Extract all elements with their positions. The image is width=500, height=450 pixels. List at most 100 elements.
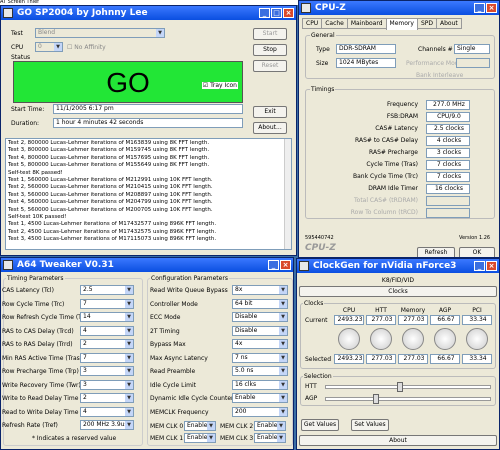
timing-param-value: 3 bbox=[83, 367, 87, 374]
cpuz-titlebar[interactable]: CPU-Z _ × bbox=[299, 1, 499, 15]
tab-spd[interactable]: SPD bbox=[416, 18, 437, 29]
version: Version 1.26 bbox=[459, 235, 491, 241]
timing-param-select[interactable]: 4 ▼ bbox=[80, 325, 134, 336]
chevron-down-icon: ▼ bbox=[125, 407, 133, 416]
memclk-select[interactable]: Enable ▼ bbox=[184, 433, 216, 443]
exit-button[interactable]: Exit bbox=[253, 106, 287, 118]
close-icon[interactable]: × bbox=[486, 261, 497, 271]
timing-param-select[interactable]: 3 ▼ bbox=[80, 379, 134, 390]
timing-param-label: RAS to RAS Delay (Trrd) bbox=[2, 341, 73, 348]
timing-param-select[interactable]: 7 ▼ bbox=[80, 298, 134, 309]
chevron-down-icon: ▼ bbox=[125, 326, 133, 335]
config-param-value: 64 bit bbox=[235, 299, 253, 307]
timing-param-select[interactable]: 2.5 ▼ bbox=[80, 285, 134, 295]
timing-param-value: 200 MHz 3.9us bbox=[83, 421, 128, 428]
config-param-select[interactable]: 7 ns ▼ bbox=[232, 352, 288, 363]
config-param-label: Controller Mode bbox=[150, 300, 198, 308]
clockgen-title: ClockGen for nVidia nForce3 bbox=[313, 261, 457, 271]
tab-about[interactable]: About bbox=[435, 18, 462, 29]
set-values-button[interactable]: Set Values bbox=[351, 419, 389, 431]
timing-param-label: Min RAS Active Time (Tras) bbox=[2, 354, 83, 362]
log-box[interactable]: Test 2, 800000 Lucas-Lehmer iterations o… bbox=[5, 138, 292, 250]
clocks-button[interactable]: Clocks bbox=[299, 286, 497, 297]
close-icon[interactable]: × bbox=[280, 260, 291, 270]
reset-button[interactable]: Reset bbox=[253, 60, 287, 72]
htt-slider-track[interactable] bbox=[325, 385, 491, 389]
timing-param-value: 7 bbox=[83, 299, 87, 307]
memclk-label: MEM CLK 1 bbox=[150, 435, 184, 442]
about-button[interactable]: About... bbox=[253, 122, 287, 134]
test-select[interactable]: Blend ▼ bbox=[35, 28, 165, 38]
config-param-select[interactable]: 64 bit ▼ bbox=[232, 298, 288, 309]
timing-label: Row To Column (tRCD) bbox=[350, 209, 418, 216]
memclk-select[interactable]: Enable ▼ bbox=[184, 421, 216, 431]
timing-param-value: 2.5 bbox=[83, 286, 93, 293]
ok-button[interactable]: OK bbox=[459, 247, 495, 257]
clockgen-titlebar[interactable]: ClockGen for nVidia nForce3 _ × bbox=[297, 259, 499, 273]
timing-param-value: 3 bbox=[83, 380, 87, 388]
get-values-button[interactable]: Get Values bbox=[301, 419, 339, 431]
timing-param-label: RAS to CAS Delay (Trcd) bbox=[2, 327, 74, 335]
timing-param-select[interactable]: 2 ▼ bbox=[80, 393, 134, 403]
refresh-button[interactable]: Refresh bbox=[417, 247, 455, 257]
minimize-icon[interactable]: _ bbox=[474, 261, 485, 271]
agp-slider-track[interactable] bbox=[325, 397, 491, 401]
close-icon[interactable]: × bbox=[283, 8, 294, 18]
stop-button[interactable]: Stop bbox=[253, 44, 287, 56]
tab-cache[interactable]: Cache bbox=[321, 18, 348, 29]
config-param-select[interactable]: 200 ▼ bbox=[232, 406, 288, 417]
agp-slider-thumb[interactable] bbox=[373, 394, 379, 404]
timing-param-value: 2 bbox=[83, 394, 87, 401]
chevron-down-icon: ▼ bbox=[277, 434, 285, 442]
htt-slider-thumb[interactable] bbox=[397, 382, 403, 392]
timing-label: Total CAS# (tRDRAM) bbox=[354, 197, 418, 204]
log-line: Test 5, 560000 Lucas-Lehmer iterations o… bbox=[8, 206, 213, 213]
timing-param-value: 14 bbox=[83, 313, 91, 320]
minimize-icon[interactable]: _ bbox=[474, 3, 485, 13]
minimize-icon[interactable]: _ bbox=[268, 260, 279, 270]
log-scrollbar[interactable] bbox=[284, 139, 291, 249]
size-field: 1024 MBytes bbox=[336, 58, 396, 68]
tab-cpu[interactable]: CPU bbox=[302, 18, 323, 29]
clock-gauge-icon bbox=[434, 328, 456, 350]
config-param-select[interactable]: 4x ▼ bbox=[232, 339, 288, 349]
config-param-select[interactable]: 8x ▼ bbox=[232, 285, 288, 295]
type-label: Type bbox=[316, 46, 330, 53]
timing-label: Bank Cycle Time (Trc) bbox=[353, 173, 418, 180]
memclk-select[interactable]: Enable ▼ bbox=[254, 421, 286, 431]
timing-param-select[interactable]: 3 ▼ bbox=[80, 366, 134, 376]
tab-memory[interactable]: Memory bbox=[385, 18, 418, 30]
config-param-label: Idle Cycle Limit bbox=[150, 381, 197, 389]
chevron-down-icon: ▼ bbox=[125, 286, 133, 294]
timing-param-select[interactable]: 14 ▼ bbox=[80, 312, 134, 322]
maximize-icon[interactable]: □ bbox=[271, 8, 282, 18]
config-param-select[interactable]: 5.0 ns ▼ bbox=[232, 366, 288, 376]
timing-label: RAS# Precharge bbox=[369, 149, 418, 156]
log-line: Test 1, 560000 Lucas-Lehmer iterations o… bbox=[8, 177, 213, 184]
config-param-select[interactable]: Disable ▼ bbox=[232, 325, 288, 336]
memclk-select[interactable]: Enable ▼ bbox=[254, 433, 286, 443]
tab-mainboard[interactable]: Mainboard bbox=[346, 18, 387, 29]
cpu-select[interactable]: 0 ▼ bbox=[35, 42, 63, 52]
memclk-value: Enable bbox=[257, 422, 278, 429]
affinity-checkbox[interactable]: ☐ No Affinity bbox=[67, 44, 106, 51]
minimize-icon[interactable]: _ bbox=[259, 8, 270, 18]
config-param-select[interactable]: 16 clks ▼ bbox=[232, 379, 288, 390]
timing-param-select[interactable]: 7 ▼ bbox=[80, 352, 134, 363]
config-param-select[interactable]: Disable ▼ bbox=[232, 312, 288, 322]
log-line: Test 2, 560000 Lucas-Lehmer iterations o… bbox=[8, 184, 213, 191]
clock-gauge-icon bbox=[466, 328, 488, 350]
gosp-titlebar[interactable]: GO SP2004 by Johnny Lee _ □ × bbox=[1, 6, 296, 20]
tray-icon-checkbox[interactable]: ☑ Tray Icon bbox=[201, 82, 238, 89]
about-bar-button[interactable]: About bbox=[299, 435, 497, 446]
a64-titlebar[interactable]: A64 Tweaker V0.31 _ × bbox=[1, 258, 293, 272]
affinity-label: No Affinity bbox=[74, 44, 106, 51]
timing-label: Cycle Time (Tras) bbox=[366, 161, 418, 168]
a64-window: A64 Tweaker V0.31 _ × Timing Parameters C… bbox=[0, 257, 294, 450]
timing-param-select[interactable]: 200 MHz 3.9us ▼ bbox=[80, 420, 134, 430]
timing-param-select[interactable]: 4 ▼ bbox=[80, 406, 134, 417]
timing-param-select[interactable]: 2 ▼ bbox=[80, 339, 134, 349]
start-button[interactable]: Start bbox=[253, 28, 287, 40]
close-icon[interactable]: × bbox=[486, 3, 497, 13]
config-param-select[interactable]: Enable ▼ bbox=[232, 393, 288, 403]
